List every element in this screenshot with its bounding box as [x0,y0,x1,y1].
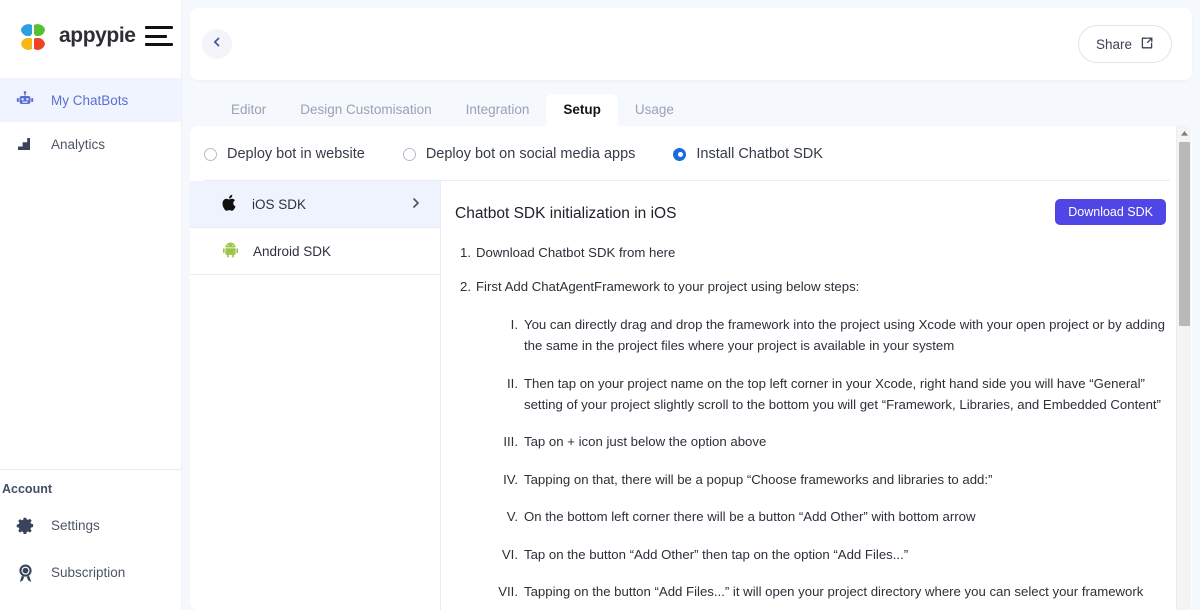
substep-item: I. You can directly drag and drop the fr… [492,314,1166,357]
substep-item: VII. Tapping on the button “Add Files...… [492,581,1166,602]
radio-dot-selected [673,147,687,161]
tab-bar: Editor Design Customisation Integration … [190,86,1200,126]
sidebar-item-my-chatbots[interactable]: My ChatBots [0,78,181,122]
sidebar-item-label: My ChatBots [51,92,129,108]
tab-design-customisation[interactable]: Design Customisation [283,94,448,126]
tab-editor[interactable]: Editor [214,94,283,126]
step-item: 2. First Add ChatAgentFramework to your … [455,277,1166,610]
substep-number: VI. [501,546,518,562]
top-bar: Share [190,8,1192,80]
radio-label: Deploy bot on social media apps [425,146,636,162]
sdk-item-label: Android SDK [253,243,332,259]
substep-number: III. [503,434,518,450]
brand-header: appypie [0,0,181,72]
step-item: 1. Download Chatbot SDK from here [455,243,1166,263]
sidebar-item-label: Analytics [51,136,106,152]
radio-deploy-social-media[interactable]: Deploy bot on social media apps [402,146,636,162]
substep-number: V. [506,509,518,525]
radio-deploy-website[interactable]: Deploy bot in website [204,146,365,162]
brand-name: appypie [59,24,136,47]
substep-text: Tap on the button “Add Other” then tap o… [524,546,909,562]
substep-number: IV. [503,471,518,487]
substep-item: II. Then tap on your project name on the… [492,373,1166,416]
share-button[interactable]: Share [1077,25,1172,63]
radio-label: Install Chatbot SDK [696,146,823,162]
substep-text: You can directly drag and drop the frame… [524,316,1165,354]
sdk-list-spacer [190,275,440,570]
chevron-right-icon [410,196,422,213]
tab-usage[interactable]: Usage [618,94,691,126]
step-number: 1. [460,245,471,260]
main-area: Share Editor Design Customisation Integr… [182,0,1200,610]
gear-icon [14,515,36,537]
instructions-header: Chatbot SDK initialization in iOS Downlo… [455,199,1166,225]
sidebar-item-subscription[interactable]: Subscription [0,549,181,596]
sdk-item-android[interactable]: Android SDK [190,228,440,275]
substep-item: V. On the bottom left corner there will … [492,506,1166,527]
substep-item: III. Tap on + icon just below the option… [492,431,1166,452]
sidebar-bottom-spacer [0,596,181,610]
sidebar-item-label: Settings [51,518,100,533]
sdk-item-ios[interactable]: iOS SDK [190,181,440,228]
deploy-options-group: Deploy bot in website Deploy bot on soci… [190,126,1192,162]
substep-number: II. [507,375,518,391]
instructions-title: Chatbot SDK initialization in iOS [455,205,677,222]
step-number: 2. [460,279,471,295]
app-root: appypie My ChatBots Analytics Account Se… [0,0,1200,610]
sidebar-item-settings[interactable]: Settings [0,502,181,549]
apple-icon [222,194,238,215]
steps-list: 1. Download Chatbot SDK from here 2. Fir… [455,243,1166,610]
substep-text: Tapping on that, there will be a popup “… [524,471,993,487]
substep-number: I. [510,316,518,332]
android-icon [222,241,239,262]
share-button-label: Share [1095,36,1132,52]
sidebar: appypie My ChatBots Analytics Account Se… [0,0,182,610]
tab-setup[interactable]: Setup [546,94,618,126]
substeps-list: I. You can directly drag and drop the fr… [492,314,1166,602]
hamburger-menu-icon[interactable] [144,26,173,46]
substep-item: IV. Tapping on that, there will be a pop… [492,469,1166,490]
scroll-up-button[interactable] [1177,126,1192,141]
share-external-link-icon [1140,36,1154,53]
radio-dot [204,147,217,161]
substep-text: On the bottom left corner there will be … [524,509,976,525]
setup-panel: Deploy bot in website Deploy bot on soci… [190,126,1192,610]
step-text: First Add ChatAgentFramework to your pro… [476,279,860,295]
account-section-label: Account [2,482,52,496]
step-text: Download Chatbot SDK from here [476,245,676,260]
chevron-left-icon [211,35,223,53]
bar-chart-icon [14,133,36,155]
triangle-up-icon [1181,131,1188,136]
award-badge-icon [14,562,36,584]
tab-integration[interactable]: Integration [449,94,547,126]
substep-item: VI. Tap on the button “Add Other” then t… [492,544,1166,565]
sidebar-nav: My ChatBots Analytics [0,78,181,166]
robot-icon [14,89,36,111]
substep-number: VII. [498,583,518,599]
back-button[interactable] [202,29,232,59]
download-sdk-button[interactable]: Download SDK [1055,199,1166,225]
sdk-item-label: iOS SDK [252,196,307,212]
radio-install-chatbot-sdk[interactable]: Install Chatbot SDK [673,146,823,162]
sidebar-item-label: Subscription [51,565,126,580]
substep-text: Tapping on the button “Add Files...” it … [524,583,1144,599]
setup-split: iOS SDK Android SDK Chatbot SDK initiali… [190,181,1192,610]
sidebar-item-analytics[interactable]: Analytics [0,122,181,166]
vertical-scrollbar[interactable] [1176,126,1191,610]
sdk-list: iOS SDK Android SDK [190,181,441,610]
radio-label: Deploy bot in website [227,146,365,162]
scroll-thumb[interactable] [1179,142,1190,326]
sdk-instructions: Chatbot SDK initialization in iOS Downlo… [441,181,1192,610]
substeps-wrapper: I. You can directly drag and drop the fr… [476,314,1166,602]
appypie-logo-icon [16,20,50,53]
radio-dot [402,147,416,161]
substep-text: Tap on + icon just below the option abov… [524,434,767,450]
substep-text: Then tap on your project name on the top… [524,375,1161,413]
